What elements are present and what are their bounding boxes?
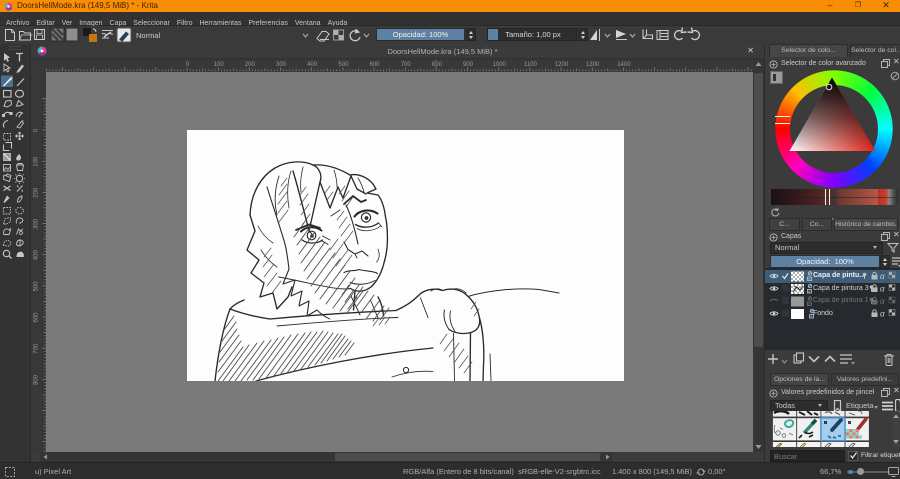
svg-text:1000: 1000	[493, 62, 507, 68]
svg-text:900: 900	[463, 62, 474, 68]
svg-text:100: 100	[214, 62, 225, 68]
svg-text:α: α	[880, 310, 885, 319]
svg-text:400: 400	[307, 62, 318, 68]
svg-text:200: 200	[34, 187, 40, 198]
svg-text:α: α	[880, 272, 885, 281]
svg-text:1200: 1200	[555, 62, 569, 68]
svg-text:500: 500	[338, 62, 349, 68]
svg-text:100: 100	[34, 156, 40, 167]
svg-text:400: 400	[34, 250, 40, 261]
svg-text:600: 600	[34, 312, 40, 323]
svg-text:α: α	[880, 297, 885, 306]
svg-text:700: 700	[34, 343, 40, 354]
svg-text:500: 500	[34, 281, 40, 292]
svg-text:300: 300	[276, 62, 287, 68]
svg-text:1100: 1100	[524, 62, 538, 68]
svg-text:1400: 1400	[617, 62, 631, 68]
svg-text:0: 0	[186, 62, 190, 68]
svg-text:200: 200	[245, 62, 256, 68]
svg-text:300: 300	[34, 218, 40, 229]
svg-text:600: 600	[369, 62, 380, 68]
svg-text:1300: 1300	[586, 62, 600, 68]
svg-text:800: 800	[432, 62, 443, 68]
svg-text:0: 0	[34, 128, 40, 132]
svg-text:800: 800	[34, 374, 40, 385]
svg-text:700: 700	[401, 62, 412, 68]
svg-text:α: α	[880, 285, 885, 294]
